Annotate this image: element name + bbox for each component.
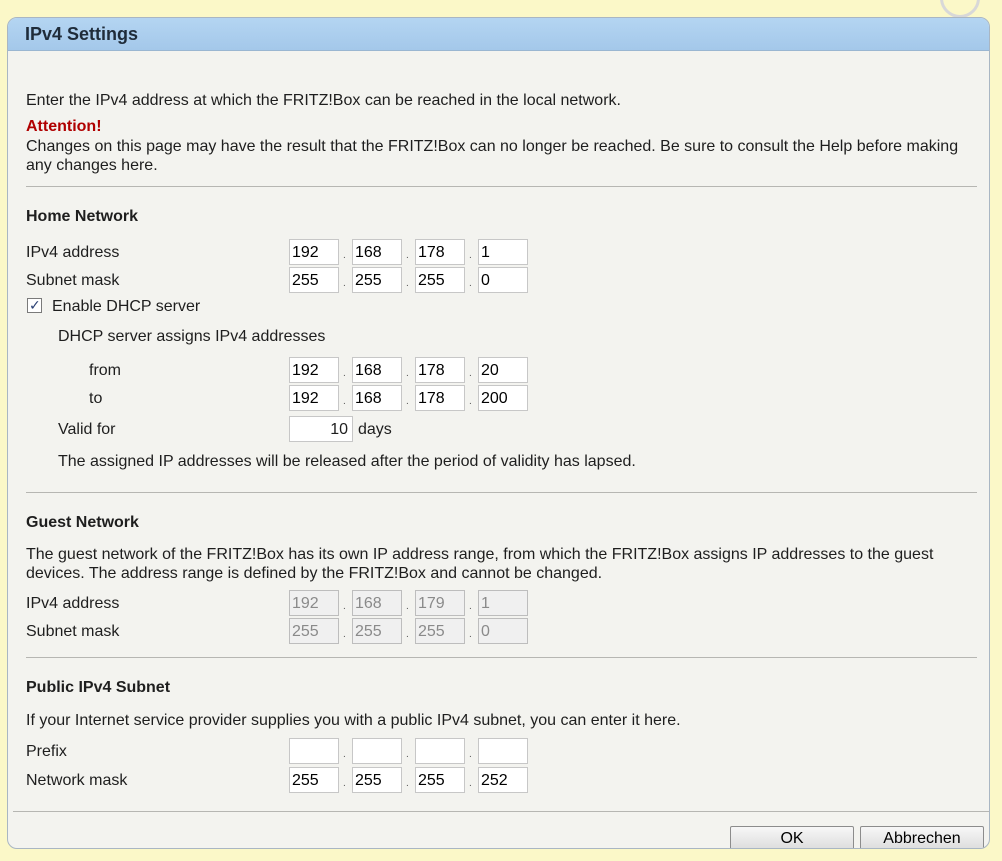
home-ipv4-octet-1[interactable]: 192 <box>289 239 339 265</box>
network-mask-label: Network mask <box>26 772 128 789</box>
guest-desc-line-1: The guest network of the FRITZ!Box has i… <box>26 546 934 563</box>
octet-separator: . <box>469 749 472 760</box>
home-subnet-label: Subnet mask <box>26 272 120 289</box>
prefix-octet-1[interactable] <box>289 738 339 764</box>
dhcp-from-octet-4[interactable]: 20 <box>478 357 528 383</box>
octet-separator: . <box>343 368 346 379</box>
home-subnet-octet-4[interactable]: 0 <box>478 267 528 293</box>
enable-dhcp-checkbox[interactable]: ✓ <box>27 297 42 313</box>
attention-text-line-2: any changes here. <box>26 157 158 174</box>
public-subnet-heading: Public IPv4 Subnet <box>26 679 171 696</box>
octet-separator: . <box>406 396 409 407</box>
dhcp-to-octet-2[interactable]: 168 <box>352 385 402 411</box>
dhcp-from-label: from <box>89 362 121 379</box>
network-mask-octet-4[interactable]: 252 <box>478 767 528 793</box>
octet-separator: . <box>343 749 346 760</box>
guest-subnet-octet-3: 255 <box>415 618 465 644</box>
octet-separator: . <box>406 368 409 379</box>
guest-subnet-octet-1: 255 <box>289 618 339 644</box>
guest-desc-line-2: devices. The address range is defined by… <box>26 565 603 582</box>
octet-separator: . <box>469 601 472 612</box>
octet-separator: . <box>469 778 472 789</box>
valid-for-label: Valid for <box>58 421 116 438</box>
dhcp-from-octet-1[interactable]: 192 <box>289 357 339 383</box>
octet-separator: . <box>406 749 409 760</box>
home-ipv4-label: IPv4 address <box>26 244 120 261</box>
attention-label: Attention! <box>26 118 102 135</box>
dhcp-to-octet-1[interactable]: 192 <box>289 385 339 411</box>
home-subnet-octet-2[interactable]: 255 <box>352 267 402 293</box>
dhcp-to-octet-3[interactable]: 178 <box>415 385 465 411</box>
octet-separator: . <box>343 250 346 261</box>
octet-separator: . <box>343 778 346 789</box>
guest-ipv4-octet-4: 1 <box>478 590 528 616</box>
home-ipv4-octet-2[interactable]: 168 <box>352 239 402 265</box>
divider <box>26 657 977 658</box>
guest-network-heading: Guest Network <box>26 514 139 531</box>
home-network-heading: Home Network <box>26 208 139 225</box>
panel-content: Enter the IPv4 address at which the FRIT… <box>8 52 989 848</box>
octet-separator: . <box>469 396 472 407</box>
guest-ipv4-octet-1: 192 <box>289 590 339 616</box>
octet-separator: . <box>343 396 346 407</box>
octet-separator: . <box>343 629 346 640</box>
ipv4-settings-panel: IPv4 Settings Enter the IPv4 address at … <box>7 17 990 849</box>
octet-separator: . <box>469 278 472 289</box>
home-subnet-octet-1[interactable]: 255 <box>289 267 339 293</box>
network-mask-octet-1[interactable]: 255 <box>289 767 339 793</box>
checkmark-icon: ✓ <box>29 297 41 313</box>
prefix-label: Prefix <box>26 743 67 760</box>
home-ipv4-octet-4[interactable]: 1 <box>478 239 528 265</box>
guest-subnet-octet-2: 255 <box>352 618 402 644</box>
attention-text-line-1: Changes on this page may have the result… <box>26 138 959 155</box>
guest-subnet-label: Subnet mask <box>26 623 120 640</box>
home-ipv4-octet-3[interactable]: 178 <box>415 239 465 265</box>
guest-ipv4-octet-3: 179 <box>415 590 465 616</box>
dhcp-from-octet-2[interactable]: 168 <box>352 357 402 383</box>
divider <box>26 492 977 493</box>
cancel-button[interactable]: Abbrechen <box>860 826 984 848</box>
guest-ipv4-label: IPv4 address <box>26 595 120 612</box>
ok-button[interactable]: OK <box>730 826 854 848</box>
guest-subnet-octet-4: 0 <box>478 618 528 644</box>
dhcp-to-label: to <box>89 390 103 407</box>
octet-separator: . <box>406 778 409 789</box>
prefix-octet-4[interactable] <box>478 738 528 764</box>
guest-ipv4-octet-2: 168 <box>352 590 402 616</box>
home-subnet-octet-3[interactable]: 255 <box>415 267 465 293</box>
valid-for-unit: days <box>358 421 392 438</box>
footer-divider <box>13 811 989 812</box>
valid-for-input[interactable]: 10 <box>289 416 353 442</box>
prefix-octet-3[interactable] <box>415 738 465 764</box>
octet-separator: . <box>406 250 409 261</box>
dhcp-to-octet-4[interactable]: 200 <box>478 385 528 411</box>
octet-separator: . <box>469 250 472 261</box>
enable-dhcp-label[interactable]: Enable DHCP server <box>52 297 200 316</box>
octet-separator: . <box>343 601 346 612</box>
divider <box>26 186 977 187</box>
dhcp-assigns-label: DHCP server assigns IPv4 addresses <box>58 328 326 345</box>
prefix-octet-2[interactable] <box>352 738 402 764</box>
octet-separator: . <box>406 629 409 640</box>
octet-separator: . <box>343 278 346 289</box>
intro-text: Enter the IPv4 address at which the FRIT… <box>26 92 621 109</box>
public-subnet-desc: If your Internet service provider suppli… <box>26 712 681 729</box>
octet-separator: . <box>469 629 472 640</box>
network-mask-octet-3[interactable]: 255 <box>415 767 465 793</box>
octet-separator: . <box>469 368 472 379</box>
octet-separator: . <box>406 601 409 612</box>
decorative-ring <box>940 0 980 18</box>
dhcp-from-octet-3[interactable]: 178 <box>415 357 465 383</box>
panel-title: IPv4 Settings <box>8 18 989 51</box>
octet-separator: . <box>406 278 409 289</box>
release-note: The assigned IP addresses will be releas… <box>58 453 636 470</box>
network-mask-octet-2[interactable]: 255 <box>352 767 402 793</box>
